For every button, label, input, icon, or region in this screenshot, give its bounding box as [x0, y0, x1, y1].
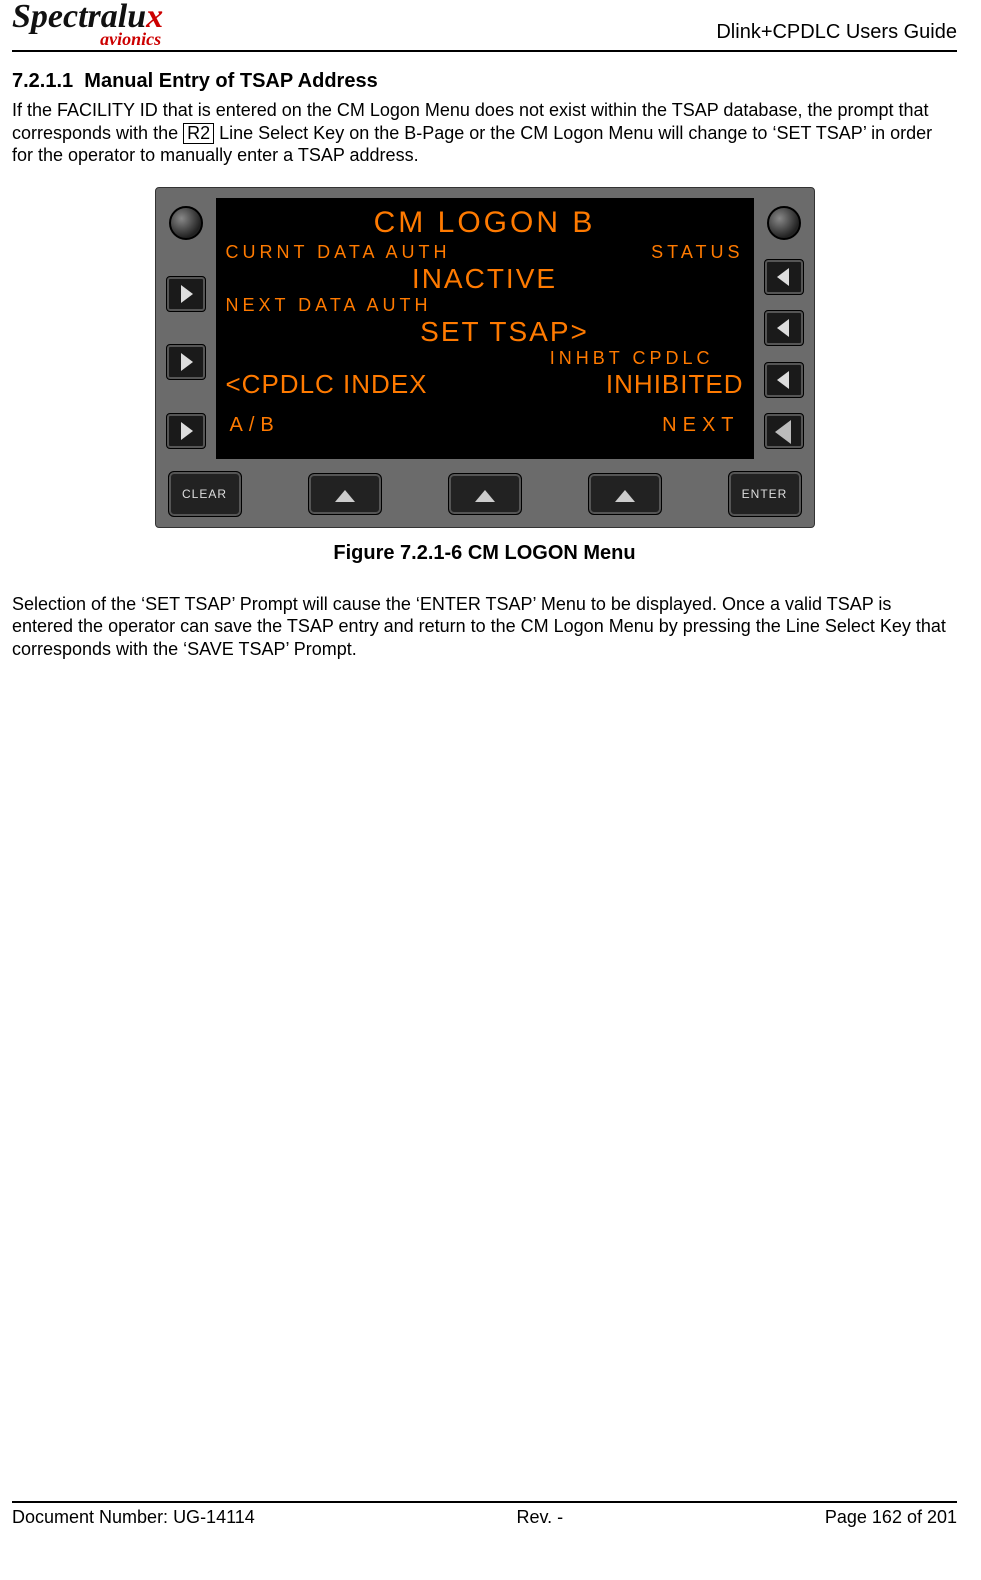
- mcdu-screen: CM LOGON B CURNT DATA AUTH STATUS INACTI…: [216, 198, 754, 459]
- lsk-l2[interactable]: [166, 344, 206, 380]
- value-inhibited: INHIBITED: [606, 369, 744, 400]
- up-arrow-button-1[interactable]: [308, 473, 382, 515]
- left-key-column: [164, 198, 208, 459]
- label-curnt-data-auth: CURNT DATA AUTH: [226, 242, 451, 263]
- screen-title: CM LOGON B: [226, 206, 744, 240]
- label-inhbt-cpdlc: INHBT CPDLC: [226, 348, 744, 369]
- lsk-r3[interactable]: [764, 362, 804, 398]
- right-key-column: [762, 198, 806, 459]
- logo-text-a: Spectralu: [12, 0, 146, 35]
- figure-caption: Figure 7.2.1-6 CM LOGON Menu: [12, 542, 957, 565]
- knob-right[interactable]: [767, 206, 801, 240]
- prompt-a-b: A/B: [230, 414, 280, 437]
- up-arrow-button-2[interactable]: [448, 473, 522, 515]
- prompt-cpdlc-index: <CPDLC INDEX: [226, 369, 428, 400]
- up-arrow-button-3[interactable]: [588, 473, 662, 515]
- lsk-l1[interactable]: [166, 276, 206, 312]
- logo-text-x: x: [146, 0, 163, 35]
- footer-doc-number: Document Number: UG-14114: [12, 1507, 255, 1528]
- footer-page-number: Page 162 of 201: [825, 1507, 957, 1528]
- prompt-set-tsap: SET TSAP>: [226, 316, 744, 348]
- footer-revision: Rev. -: [516, 1507, 563, 1528]
- lsk-l3[interactable]: [166, 413, 206, 449]
- section-number: 7.2.1.1: [12, 70, 73, 92]
- prompt-next: NEXT: [662, 414, 739, 437]
- lsk-back[interactable]: [764, 413, 804, 449]
- clear-button[interactable]: CLEAR: [168, 471, 242, 517]
- page-footer: Document Number: UG-14114 Rev. - Page 16…: [12, 1501, 957, 1528]
- page-header: Spectralux avionics Dlink+CPDLC Users Gu…: [12, 0, 957, 52]
- knob-left[interactable]: [169, 206, 203, 240]
- brand-logo: Spectralux avionics: [12, 0, 163, 48]
- device-bezel: CM LOGON B CURNT DATA AUTH STATUS INACTI…: [155, 187, 815, 528]
- label-next-data-auth: NEXT DATA AUTH: [226, 295, 432, 316]
- figure-cm-logon: CM LOGON B CURNT DATA AUTH STATUS INACTI…: [12, 187, 957, 565]
- section-heading: 7.2.1.1 Manual Entry of TSAP Address: [12, 70, 957, 93]
- document-title: Dlink+CPDLC Users Guide: [716, 21, 957, 48]
- paragraph-2: Selection of the ‘SET TSAP’ Prompt will …: [12, 593, 957, 661]
- lsk-r1[interactable]: [764, 259, 804, 295]
- paragraph-1: If the FACILITY ID that is entered on th…: [12, 99, 957, 167]
- value-inactive: INACTIVE: [226, 263, 744, 295]
- label-status: STATUS: [651, 242, 743, 263]
- key-ref-r2: R2: [183, 123, 214, 145]
- section-title: Manual Entry of TSAP Address: [84, 70, 377, 92]
- lsk-r2[interactable]: [764, 310, 804, 346]
- enter-button[interactable]: ENTER: [728, 471, 802, 517]
